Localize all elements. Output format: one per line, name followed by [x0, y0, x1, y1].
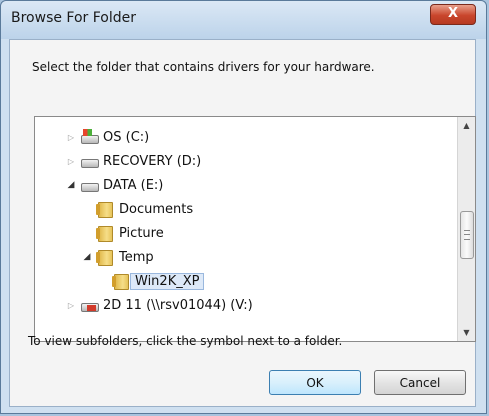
cancel-button[interactable]: Cancel [374, 370, 466, 395]
tree-item-documents[interactable]: Documents [81, 198, 193, 220]
tree-item-network-drive[interactable]: ▷ 2D 11 (\\rsv01044) (V:) [65, 294, 253, 316]
os-drive-icon [79, 129, 99, 145]
tree-item-label: Win2K_XP [130, 272, 205, 290]
drive-icon [79, 177, 99, 193]
expand-arrow-icon[interactable]: ▷ [65, 157, 77, 166]
dialog-title: Browse For Folder [11, 10, 137, 26]
collapse-arrow-icon[interactable]: ◢ [65, 180, 77, 190]
tree-item-label: 2D 11 (\\rsv01044) (V:) [103, 297, 253, 313]
vertical-scrollbar[interactable]: ▲ ▼ [457, 117, 475, 341]
browse-for-folder-dialog: Browse For Folder X Select the folder th… [0, 0, 487, 414]
scroll-up-icon[interactable]: ▲ [458, 117, 475, 134]
tree-item-label: OS (C:) [103, 129, 150, 145]
folder-icon [95, 201, 115, 218]
grip-icon [464, 230, 470, 240]
folder-tree[interactable]: ▷ OS (C:) ▷ RECOVERY (D:) ◢ DATA (E:) Do… [34, 116, 476, 342]
scrollbar-thumb[interactable] [460, 211, 474, 259]
expand-arrow-icon[interactable]: ▷ [65, 301, 77, 310]
network-drive-icon [79, 297, 99, 313]
folder-icon [95, 225, 115, 242]
tree-item-label: DATA (E:) [103, 177, 164, 193]
tree-item-label: Picture [119, 225, 164, 241]
tree-item-data-e[interactable]: ◢ DATA (E:) [65, 174, 164, 196]
title-bar[interactable]: Browse For Folder X [1, 1, 486, 39]
close-button[interactable]: X [430, 4, 476, 25]
dialog-body: Select the folder that contains drivers … [9, 39, 476, 407]
folder-icon [111, 273, 131, 290]
ok-button[interactable]: OK [269, 370, 361, 395]
tree-item-recovery-d[interactable]: ▷ RECOVERY (D:) [65, 150, 201, 172]
tree-item-win2k-xp[interactable]: Win2K_XP [97, 270, 205, 292]
hint-text: To view subfolders, click the symbol nex… [28, 334, 343, 348]
expand-arrow-icon[interactable]: ▷ [65, 133, 77, 142]
tree-item-picture[interactable]: Picture [81, 222, 164, 244]
tree-item-label: Documents [119, 201, 194, 217]
scroll-down-icon[interactable]: ▼ [458, 324, 475, 341]
drive-icon [79, 153, 99, 169]
instruction-text: Select the folder that contains drivers … [32, 60, 375, 74]
tree-item-label: Temp [119, 249, 154, 265]
tree-item-label: RECOVERY (D:) [103, 153, 202, 169]
tree-item-temp[interactable]: ◢ Temp [81, 246, 154, 268]
collapse-arrow-icon[interactable]: ◢ [81, 252, 93, 262]
folder-icon [95, 249, 115, 266]
tree-item-os-c[interactable]: ▷ OS (C:) [65, 126, 149, 148]
